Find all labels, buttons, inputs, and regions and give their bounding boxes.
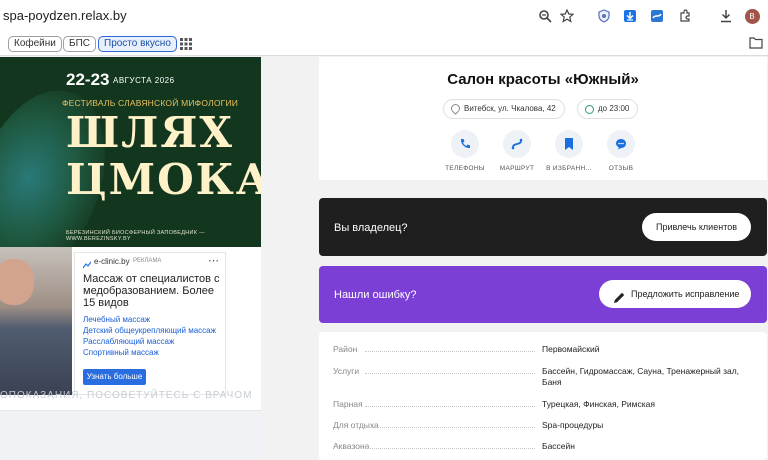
route-icon	[503, 130, 531, 158]
star-bookmark-icon[interactable]	[557, 6, 577, 26]
action-route[interactable]: МАРШРУТ	[487, 130, 547, 172]
phone-icon	[451, 130, 479, 158]
address-bar[interactable]: spa-poydzen.relax.by B	[0, 0, 768, 32]
bookmark-bps[interactable]: БПС	[63, 36, 96, 52]
zoom-icon[interactable]	[535, 6, 555, 26]
action-phones[interactable]: ТЕЛЕФОНЫ	[435, 130, 495, 172]
banner-title-1: ШЛЯХ	[66, 108, 235, 157]
banner-title-2: ЦМОКА	[66, 155, 261, 204]
ad-link-3[interactable]: Расслабляющий массаж	[83, 337, 174, 346]
clock-icon	[585, 105, 594, 114]
salon-header: Салон красоты «Южный» Витебск, ул. Чкало…	[319, 57, 767, 180]
left-bottom-area	[0, 410, 261, 460]
url-text[interactable]: spa-poydzen.relax.by	[3, 8, 127, 23]
action-review[interactable]: ОТЗЫВ	[591, 130, 651, 172]
apps-grid-icon[interactable]	[180, 37, 192, 55]
owner-card: Вы владелец? Привлечь клиентов	[319, 198, 767, 256]
ad-source[interactable]: e-clinic.by	[94, 257, 130, 266]
pencil-icon	[613, 287, 626, 315]
folder-icon[interactable]	[749, 36, 763, 54]
ad-learn-more-button[interactable]: Узнать больше	[83, 369, 146, 385]
attract-clients-button[interactable]: Привлечь клиентов	[642, 213, 751, 241]
bookmarks-bar: Кофейни БПС Просто вкусно	[0, 32, 768, 56]
ad-headline[interactable]: Массаж от специалистов с медобразованием…	[83, 273, 223, 309]
ad-disclaimer: ОПОКАЗАНИЯ, ПОСОВЕТУЙТЕСЬ С ВРАЧОМ	[0, 390, 253, 401]
festival-banner[interactable]: 22-23 АВГУСТА 2026 ФЕСТИВАЛЬ СЛАВЯНСКОЙ …	[0, 57, 261, 247]
owner-question: Вы владелец?	[334, 222, 408, 234]
suggest-fix-button[interactable]: Предложить исправление	[599, 280, 751, 308]
ad-source-icon	[82, 256, 92, 274]
banner-reserve: БЕРЕЗИНСКИЙ БИОСФЕРНЫЙ ЗАПОВЕДНИК — WWW.…	[66, 230, 205, 242]
profile-avatar[interactable]: B	[742, 6, 762, 26]
ad-link-4[interactable]: Спортивный массаж	[83, 348, 159, 357]
banner-festival: ФЕСТИВАЛЬ СЛАВЯНСКОЙ МИФОЛОГИИ	[62, 98, 239, 108]
ad-link-1[interactable]: Лечебный массаж	[83, 315, 150, 324]
shield-extension-icon[interactable]	[594, 6, 614, 26]
banner-date: 22-23	[66, 70, 110, 89]
ad-photo[interactable]	[0, 247, 72, 395]
error-question: Нашли ошибку?	[334, 289, 417, 301]
report-error-card: Нашли ошибку? Предложить исправление	[319, 266, 767, 323]
salon-details: Район Первомайский Услуги Бассейн, Гидро…	[319, 332, 767, 460]
salon-title: Салон красоты «Южный»	[447, 71, 639, 88]
ad-card[interactable]: e-clinic.by РЕКЛАМА ⋯ Массаж от специали…	[74, 252, 226, 395]
address-pill[interactable]: Витебск, ул. Чкалова, 42	[443, 99, 565, 119]
chat-bubble-icon	[607, 130, 635, 158]
address-text: Витебск, ул. Чкалова, 42	[464, 104, 556, 113]
ad-tag: РЕКЛАМА	[133, 258, 162, 264]
hours-text: до 23:00	[598, 104, 630, 113]
ad-link-2[interactable]: Детский общеукрепляющий массаж	[83, 326, 216, 335]
downloads-icon[interactable]	[716, 6, 736, 26]
bookmark-icon	[555, 130, 583, 158]
action-favorites[interactable]: В ИЗБРАНН...	[539, 130, 599, 172]
bookmark-prosto-vkusno[interactable]: Просто вкусно	[98, 36, 177, 52]
location-pin-icon	[449, 102, 462, 115]
bookmark-coffee[interactable]: Кофейни	[8, 36, 62, 52]
left-ad-column: 22-23 АВГУСТА 2026 ФЕСТИВАЛЬ СЛАВЯНСКОЙ …	[0, 57, 261, 460]
banner-month: АВГУСТА 2026	[113, 76, 175, 85]
screenshot-extension-icon[interactable]	[647, 6, 667, 26]
download-extension-icon[interactable]	[620, 6, 640, 26]
puzzle-extensions-icon[interactable]	[675, 6, 695, 26]
hours-pill[interactable]: до 23:00	[577, 99, 639, 119]
ad-menu-icon[interactable]: ⋯	[208, 254, 219, 267]
